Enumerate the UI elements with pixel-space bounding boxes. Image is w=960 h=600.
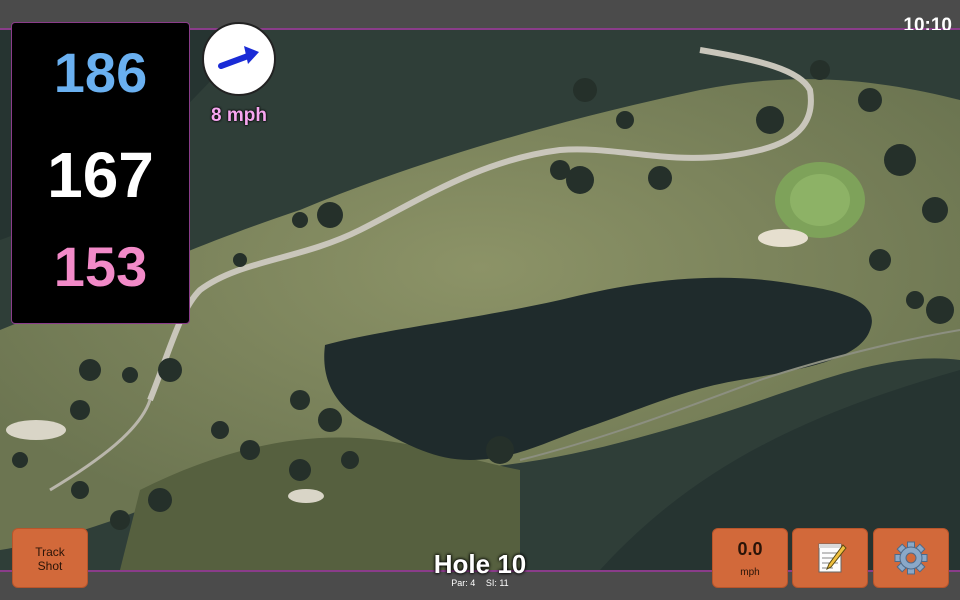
hole-stroke-index: SI: 11 — [485, 578, 509, 588]
hole-info: Par: 4 SI: 11 — [380, 578, 580, 588]
speed-unit: mph — [740, 567, 760, 578]
notepad-icon — [818, 543, 847, 573]
settings-button[interactable] — [873, 528, 949, 588]
track-shot-button[interactable]: Track Shot — [12, 528, 88, 588]
wind-indicator — [202, 22, 276, 96]
speed-value: 0.0 — [737, 539, 763, 559]
wind-speed: 8 mph — [211, 105, 267, 126]
track-shot-label-line2: Shot — [37, 559, 63, 573]
hole-title: Hole 10 — [433, 549, 527, 579]
middle-distance: 167 — [47, 139, 154, 211]
back-distance: 186 — [53, 41, 148, 104]
hole-par: Par: 4 — [451, 578, 476, 588]
speed-button[interactable]: 0.0 mph — [712, 528, 788, 588]
track-shot-label-line1: Track — [35, 545, 65, 559]
front-distance: 153 — [53, 235, 148, 298]
distance-panel: 186 167 153 — [11, 22, 190, 324]
notes-button[interactable] — [792, 528, 868, 588]
wind-arrow-icon — [218, 46, 259, 69]
gear-icon — [894, 541, 928, 575]
